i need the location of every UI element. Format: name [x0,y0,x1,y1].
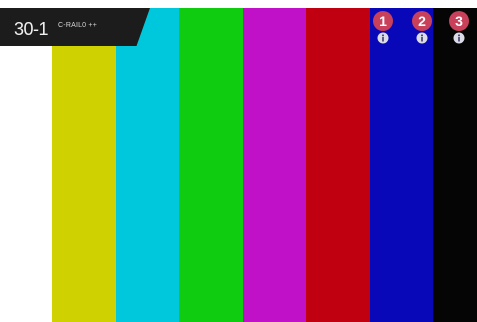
info-icon[interactable] [453,32,465,44]
color-bar-yellow [52,8,116,322]
color-bar-red [306,8,370,322]
color-bar-blue [370,8,433,322]
channel-name: C-RAIL0 ++ [58,21,97,29]
callout-marker-3: 3 [449,11,469,44]
color-bar-black [433,8,477,322]
color-bar-cyan [116,8,179,322]
channel-number: 30-1 [14,19,49,39]
tv-screen [0,8,477,322]
color-bar-white [0,8,52,322]
callout-badge: 2 [412,11,432,31]
callout-badge: 3 [449,11,469,31]
callout-marker-2: 2 [412,11,432,44]
color-bar-green [179,8,243,322]
callout-marker-1: 1 [373,11,393,44]
callout-badge: 1 [373,11,393,31]
color-bar-magenta [243,8,306,322]
info-icon[interactable] [377,32,389,44]
info-icon[interactable] [416,32,428,44]
channel-banner: 30-1 C-RAIL0 ++ [0,8,150,46]
